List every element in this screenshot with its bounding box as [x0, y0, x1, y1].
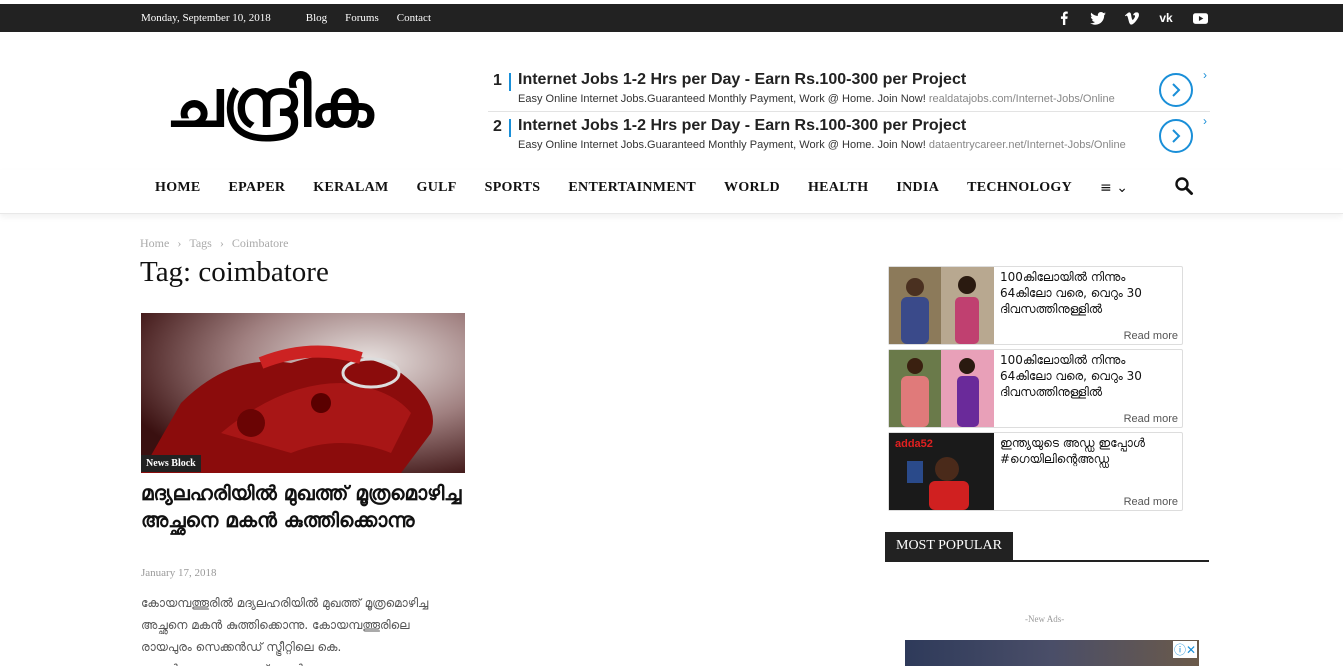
promo-title: 100കിലോയിൽ നിന്നും 64കിലോ വരെ, വെറും 30 … — [1000, 353, 1142, 399]
nav-item-health[interactable]: HEALTH — [794, 180, 882, 196]
read-more-link[interactable]: Read more — [1124, 413, 1178, 425]
read-more-link[interactable]: Read more — [1124, 496, 1178, 508]
nav-item-epaper[interactable]: EPAPER — [215, 180, 300, 196]
twitter-icon[interactable] — [1088, 8, 1108, 28]
breadcrumb-separator: › — [219, 236, 224, 250]
promo-image — [889, 267, 994, 344]
article-date: January 17, 2018 — [141, 567, 217, 579]
page-title: Tag: coimbatore — [140, 256, 329, 288]
promo-image: adda52 — [889, 433, 994, 510]
current-date: Monday, September 10, 2018 — [141, 12, 271, 24]
ad-description: Easy Online Internet Jobs.Guaranteed Mon… — [518, 139, 1126, 151]
social-links: vk — [1054, 4, 1210, 32]
main-nav: HOME EPAPER KERALAM GULF SPORTS ENTERTAI… — [0, 170, 1343, 214]
breadcrumb-home[interactable]: Home — [140, 236, 169, 251]
top-link-blog[interactable]: Blog — [306, 12, 327, 24]
nav-item-india[interactable]: INDIA — [882, 180, 953, 196]
ad-url: dataentrycareer.net/Internet-Jobs/Online — [928, 139, 1126, 151]
site-logo[interactable]: ചന്ദ്രിക — [166, 58, 456, 150]
promo-card[interactable]: 100കിലോയിൽ നിന്നും 64കിലോ വരെ, വെറും 30 … — [888, 266, 1183, 345]
promo-card[interactable]: adda52 ഇന്ത്യയുടെ അഡ്ഡ ഇപ്പോൾ #ഗെയിലിന്റ… — [888, 432, 1183, 511]
article-excerpt: കോയമ്പത്തൂരിൽ മദ്യലഹരിയിൽ മുഖത്ത് മൂത്രമ… — [141, 596, 429, 666]
ad-row[interactable]: 2 Internet Jobs 1-2 Hrs per Day - Earn R… — [488, 112, 1210, 158]
promo-image — [889, 350, 994, 427]
ad-description: Easy Online Internet Jobs.Guaranteed Mon… — [518, 93, 1115, 105]
vk-icon[interactable]: vk — [1156, 8, 1176, 28]
promo-card[interactable]: 100കിലോയിൽ നിന്നും 64കിലോ വരെ, വെറും 30 … — [888, 349, 1183, 428]
top-link-contact[interactable]: Contact — [397, 12, 431, 24]
nav-item-world[interactable]: WORLD — [710, 180, 794, 196]
ad-divider — [509, 73, 511, 91]
ad-number: 1 — [493, 72, 502, 89]
most-popular-header: MOST POPULAR — [885, 532, 1209, 562]
ad-choices-icon[interactable]: ⓘ✕ — [1172, 641, 1197, 658]
ad-title[interactable]: Internet Jobs 1-2 Hrs per Day - Earn Rs.… — [518, 71, 966, 89]
chevron-right-icon[interactable] — [1159, 119, 1193, 153]
promo-title: ഇന്ത്യയുടെ അഡ്ഡ ഇപ്പോൾ #ഗെയിലിന്റെഅഡ്ഡ — [1000, 436, 1145, 466]
text-ad-box: 1 Internet Jobs 1-2 Hrs per Day - Earn R… — [488, 66, 1210, 158]
ad-url: realdatajobs.com/Internet-Jobs/Online — [928, 93, 1115, 105]
nav-item-gulf[interactable]: GULF — [403, 180, 471, 196]
breadcrumb-current: Coimbatore — [231, 236, 289, 250]
most-popular-label: MOST POPULAR — [885, 532, 1013, 560]
promo-title: 100കിലോയിൽ നിന്നും 64കിലോ വരെ, വെറും 30 … — [1000, 270, 1142, 316]
adda52-logo: adda52 — [895, 438, 933, 450]
nav-item-sports[interactable]: SPORTS — [471, 180, 555, 196]
category-label[interactable]: News Block — [141, 455, 201, 472]
nav-item-home[interactable]: HOME — [141, 180, 215, 196]
ad-divider — [509, 119, 511, 137]
ad-title[interactable]: Internet Jobs 1-2 Hrs per Day - Earn Rs.… — [518, 117, 966, 135]
nav-item-keralam[interactable]: KERALAM — [299, 180, 402, 196]
ad-number: 2 — [493, 118, 502, 135]
chevron-right-icon[interactable] — [1159, 73, 1193, 107]
breadcrumb: Home › Tags › Coimbatore — [140, 236, 288, 251]
more-menu-icon[interactable]: ≡ ⌄ — [1086, 180, 1142, 196]
breadcrumb-tags[interactable]: Tags — [189, 236, 212, 251]
bottom-ad-banner[interactable]: ⓘ✕ — [905, 640, 1199, 666]
read-more-link[interactable]: Read more — [1124, 330, 1178, 342]
nav-item-entertainment[interactable]: ENTERTAINMENT — [554, 180, 710, 196]
vimeo-icon[interactable] — [1122, 8, 1142, 28]
ad-choices-icon[interactable]: › — [1203, 68, 1207, 82]
facebook-icon[interactable] — [1054, 8, 1074, 28]
breadcrumb-separator: › — [177, 236, 182, 250]
ad-row[interactable]: 1 Internet Jobs 1-2 Hrs per Day - Earn R… — [488, 66, 1210, 112]
article-thumbnail[interactable] — [141, 313, 465, 473]
new-ads-label: -New Ads- — [1025, 614, 1065, 624]
youtube-icon[interactable] — [1190, 8, 1210, 28]
top-bar: Monday, September 10, 2018 Blog Forums C… — [0, 4, 1343, 32]
top-link-forums[interactable]: Forums — [345, 12, 379, 24]
ad-choices-icon[interactable]: › — [1203, 114, 1207, 128]
logo-text: ചന്ദ്രിക — [166, 65, 373, 142]
search-icon[interactable] — [1174, 176, 1196, 198]
nav-item-technology[interactable]: TECHNOLOGY — [953, 180, 1086, 196]
article-title[interactable]: മദ്യലഹരിയിൽ മുഖത്ത് മൂത്രമൊഴിച്ച അച്ഛനെ … — [141, 480, 471, 534]
